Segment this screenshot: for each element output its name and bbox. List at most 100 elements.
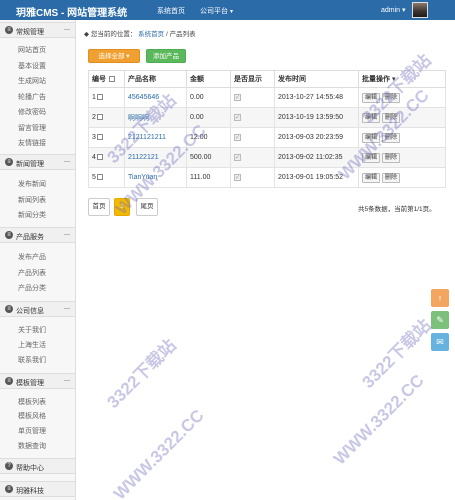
sidebar-group-general[interactable]: ≡ 常规管理 — bbox=[0, 22, 75, 38]
sidebar-item-publish-news[interactable]: 发布新闻 bbox=[18, 179, 46, 189]
list-icon: ≡ bbox=[5, 485, 13, 493]
delete-button[interactable]: 删除 bbox=[381, 152, 400, 163]
row-checkbox[interactable] bbox=[96, 94, 103, 101]
delete-button[interactable]: 删除 bbox=[381, 112, 400, 123]
sidebar-item-news-category[interactable]: 新闻分类 bbox=[18, 210, 46, 220]
arrow-up-icon: ↑ bbox=[437, 293, 443, 303]
sidebar-group-news[interactable]: ≡ 新闻管理 — bbox=[0, 154, 75, 170]
row-amount: 12.00 bbox=[186, 127, 231, 148]
col-shown: 是否显示 bbox=[230, 70, 275, 88]
sidebar-item-password[interactable]: 修改密码 bbox=[18, 107, 46, 117]
first-page-button[interactable]: 首页 bbox=[88, 198, 110, 216]
row-shown-cell: ✓ bbox=[230, 147, 275, 168]
tag-icon: ◆ bbox=[84, 31, 89, 38]
collapse-icon[interactable]: — bbox=[64, 232, 70, 238]
check-icon: ✓ bbox=[234, 134, 241, 141]
sidebar-item-basic-settings[interactable]: 基本设置 bbox=[18, 61, 46, 71]
product-name-link[interactable]: TianYuan bbox=[128, 174, 157, 181]
share-button[interactable]: ✎ bbox=[431, 311, 449, 329]
select-all-button[interactable]: 选择全部 ▾ bbox=[88, 49, 140, 63]
product-name-link[interactable]: 21122121 bbox=[128, 154, 159, 161]
check-icon: ✓ bbox=[234, 154, 241, 161]
sidebar-group-label: 常规管理 bbox=[16, 29, 44, 36]
sidebar-item-contact[interactable]: 联系我们 bbox=[18, 355, 46, 365]
edit-button[interactable]: 编辑 bbox=[362, 132, 381, 143]
sidebar-group-help[interactable]: ? 帮助中心 bbox=[0, 458, 75, 474]
check-icon: ✓ bbox=[234, 174, 241, 181]
page-1-button[interactable]: 1 bbox=[114, 198, 130, 216]
sidebar-item-generate-site[interactable]: 生成网站 bbox=[18, 76, 46, 86]
sidebar-item-template-list[interactable]: 模板列表 bbox=[18, 397, 46, 407]
delete-button[interactable]: 删除 bbox=[381, 132, 400, 143]
select-all-checkbox[interactable] bbox=[108, 76, 115, 83]
sidebar-item-product-list[interactable]: 产品列表 bbox=[18, 268, 46, 278]
row-id: 5 bbox=[92, 174, 96, 181]
sidebar-item-messages[interactable]: 留言管理 bbox=[18, 123, 46, 133]
delete-button[interactable]: 删除 bbox=[381, 92, 400, 103]
row-checkbox[interactable] bbox=[96, 134, 103, 141]
help-icon: ? bbox=[5, 462, 13, 470]
sidebar-group-company[interactable]: ≡ 公司信息 — bbox=[0, 301, 75, 317]
sidebar-group-label: 模板管理 bbox=[16, 380, 44, 387]
top-bar: 玥雅CMS - 网站管理系统 系统首页 公司平台 ▾ admin ▾ bbox=[0, 0, 455, 20]
edit-button[interactable]: 编辑 bbox=[362, 152, 381, 163]
sidebar-item-template-style[interactable]: 模板风格 bbox=[18, 411, 46, 421]
breadcrumb-home-link[interactable]: 系统首页 bbox=[138, 31, 164, 38]
sidebar-item-about[interactable]: 关于我们 bbox=[18, 325, 46, 335]
list-icon: ≡ bbox=[5, 26, 13, 34]
table-header-row: 编号 产品名称 金额 是否显示 发布时间 批量操作 ▾ bbox=[88, 70, 446, 88]
delete-button[interactable]: 删除 bbox=[381, 172, 400, 183]
row-id-cell: 3 bbox=[88, 127, 125, 148]
nav-home-label[interactable]: 系统首页 bbox=[157, 8, 185, 15]
sidebar-group-yueya-tech[interactable]: ≡ 玥雅科技 bbox=[0, 481, 75, 497]
last-page-button[interactable]: 尾页 bbox=[136, 198, 158, 216]
collapse-icon[interactable]: — bbox=[64, 27, 70, 33]
sidebar-item-news-list[interactable]: 新闻列表 bbox=[18, 195, 46, 205]
edit-button[interactable]: 编辑 bbox=[362, 172, 381, 183]
sidebar-item-data-query[interactable]: 数据查询 bbox=[18, 441, 46, 451]
chat-button[interactable]: ✉ bbox=[431, 333, 449, 351]
row-checkbox[interactable] bbox=[96, 174, 103, 181]
sidebar-group-products[interactable]: ≡ 产品服务 — bbox=[0, 227, 75, 243]
sidebar-group-label: 产品服务 bbox=[16, 234, 44, 241]
user-menu[interactable]: admin ▾ bbox=[381, 6, 406, 14]
chat-icon: ✉ bbox=[436, 337, 444, 347]
row-time: 2013-09-02 11:02:35 bbox=[274, 147, 359, 168]
sidebar-item-product-category[interactable]: 产品分类 bbox=[18, 283, 46, 293]
row-id-cell: 1 bbox=[88, 87, 125, 108]
sidebar-item-single-page[interactable]: 单页管理 bbox=[18, 426, 46, 436]
sidebar-item-publish-product[interactable]: 发布产品 bbox=[18, 252, 46, 262]
col-time: 发布时间 bbox=[274, 70, 359, 88]
sidebar-item-carousel[interactable]: 轮播广告 bbox=[18, 92, 46, 102]
sidebar-item-shanghai-life[interactable]: 上海生活 bbox=[18, 340, 46, 350]
sidebar-item-links[interactable]: 友情链接 bbox=[18, 138, 46, 148]
check-icon: ✓ bbox=[234, 94, 241, 101]
edit-button[interactable]: 编辑 bbox=[362, 92, 381, 103]
nav-home[interactable]: 系统首页 bbox=[157, 6, 185, 16]
avatar[interactable] bbox=[412, 2, 428, 18]
row-ops-cell: 编辑 删除 bbox=[358, 147, 446, 168]
sidebar-item-home[interactable]: 网站首页 bbox=[18, 45, 46, 55]
product-name-link[interactable]: 啊啊啊 bbox=[128, 115, 149, 122]
table-row: 2 啊啊啊 0.00 ✓ 2013-10-19 13:59:50 编辑 删除 bbox=[88, 107, 446, 128]
collapse-icon[interactable]: — bbox=[64, 378, 70, 384]
back-to-top-button[interactable]: ↑ bbox=[431, 289, 449, 307]
row-ops-cell: 编辑 删除 bbox=[358, 127, 446, 148]
nav-company-label[interactable]: 公司平台 bbox=[200, 8, 228, 15]
col-name: 产品名称 bbox=[124, 70, 187, 88]
row-name-cell: 2121121211 bbox=[124, 127, 187, 148]
sidebar-group-templates[interactable]: ≡ 模板管理 — bbox=[0, 373, 75, 389]
breadcrumb: ◆ 您当前的位置： 系统首页 / 产品列表 bbox=[84, 28, 446, 40]
edit-button[interactable]: 编辑 bbox=[362, 112, 381, 123]
collapse-icon[interactable]: — bbox=[64, 306, 70, 312]
row-amount: 0.00 bbox=[186, 107, 231, 128]
row-checkbox[interactable] bbox=[96, 114, 103, 121]
product-name-link[interactable]: 2121121211 bbox=[128, 134, 166, 141]
collapse-icon[interactable]: — bbox=[64, 159, 70, 165]
col-batch-ops[interactable]: 批量操作 ▾ bbox=[358, 70, 446, 88]
product-name-link[interactable]: 45645646 bbox=[128, 94, 159, 101]
add-product-button[interactable]: 添加产品 bbox=[146, 49, 186, 63]
list-icon: ≡ bbox=[5, 158, 13, 166]
nav-company[interactable]: 公司平台 ▾ bbox=[200, 6, 233, 16]
row-checkbox[interactable] bbox=[96, 154, 103, 161]
